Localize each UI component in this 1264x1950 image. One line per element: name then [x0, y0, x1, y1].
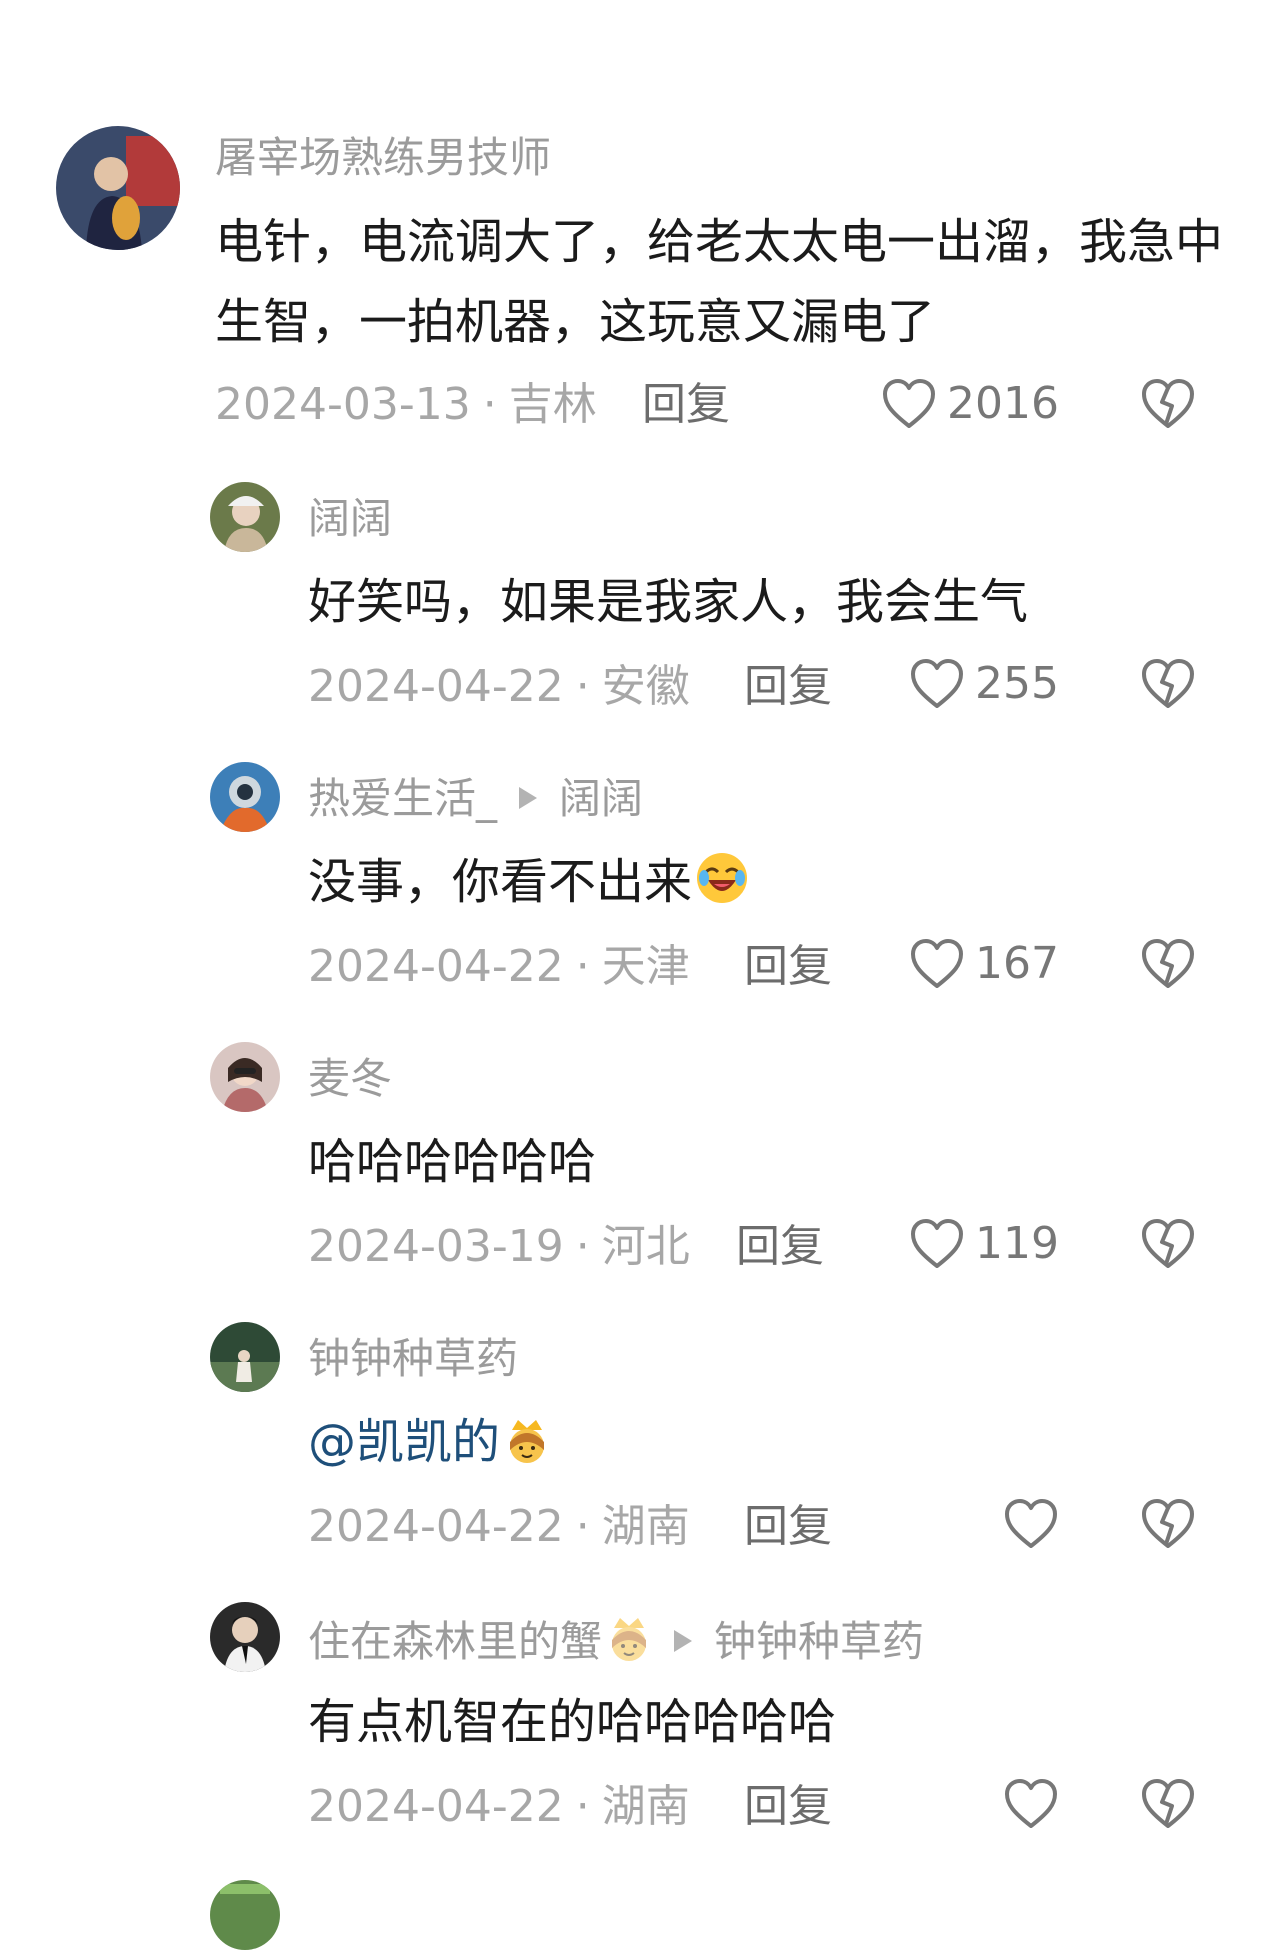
- separator-dot: ·: [575, 1501, 590, 1552]
- comment-date: 2024-04-22: [308, 1781, 564, 1832]
- reply-arrow-icon: [674, 1630, 693, 1652]
- dislike-button[interactable]: [1140, 658, 1196, 710]
- like-count: 119: [975, 1218, 1059, 1269]
- comment-text: 有点机智在的哈哈哈哈哈: [308, 1694, 837, 1750]
- like-count: 2016: [947, 378, 1059, 429]
- rolling-laughing-emoji: [694, 850, 750, 906]
- dislike-button[interactable]: [1140, 1498, 1196, 1550]
- comment-location: 湖南: [601, 1501, 690, 1552]
- separator-dot: ·: [482, 379, 497, 430]
- comment-text: 电针，电流调大了，给老太太电一出溜，我急中生智，一拍机器，这玩意又漏电了: [215, 214, 1224, 350]
- reply-arrow-icon: [519, 787, 538, 809]
- dislike-button[interactable]: [1140, 1778, 1196, 1830]
- reply-button[interactable]: 回复: [736, 1222, 824, 1272]
- username[interactable]: 屠宰场熟练男技师: [215, 133, 551, 183]
- like-button[interactable]: 255: [909, 658, 1059, 710]
- reply-to-username[interactable]: 阔阔: [559, 774, 643, 823]
- avatar[interactable]: [56, 126, 180, 250]
- username-text[interactable]: 热爱生活_: [308, 774, 497, 823]
- comment-meta: 2024-04-22 · 安徽: [308, 662, 690, 712]
- username[interactable]: 钟钟种草药: [308, 1334, 518, 1384]
- comment-date: 2024-03-13: [215, 379, 471, 430]
- comment-text-content: 没事，你看不出来: [308, 854, 693, 910]
- like-button[interactable]: 167: [909, 938, 1059, 990]
- heart-outline-icon: [909, 658, 965, 710]
- like-button[interactable]: [1003, 1778, 1059, 1830]
- comment-location: 安徽: [601, 661, 690, 712]
- avatar[interactable]: [210, 1322, 280, 1392]
- comment-meta: 2024-04-22 · 湖南: [308, 1782, 690, 1832]
- dislike-button[interactable]: [1140, 1218, 1196, 1270]
- comment-date: 2024-04-22: [308, 1501, 564, 1552]
- avatar[interactable]: [210, 1602, 280, 1672]
- heart-outline-icon: [1003, 1498, 1059, 1550]
- avatar[interactable]: [210, 482, 280, 552]
- heart-outline-icon: [1003, 1778, 1059, 1830]
- separator-dot: ·: [575, 1221, 590, 1272]
- comment-location: 天津: [601, 941, 690, 992]
- comment-meta: 2024-03-19 · 河北: [308, 1222, 690, 1272]
- heart-outline-icon: [909, 938, 965, 990]
- username-text[interactable]: 住在森林里的蟹: [308, 1617, 602, 1666]
- separator-dot: ·: [575, 661, 590, 712]
- comment-meta: 2024-04-22 · 湖南: [308, 1502, 690, 1552]
- comment-location: 湖南: [601, 1781, 690, 1832]
- heart-outline-icon: [909, 1218, 965, 1270]
- dislike-button[interactable]: [1140, 938, 1196, 990]
- avatar[interactable]: [210, 762, 280, 832]
- broken-heart-icon: [1140, 1218, 1196, 1270]
- reply-button[interactable]: 回复: [744, 1782, 832, 1832]
- comment-date: 2024-03-19: [308, 1221, 564, 1272]
- princess-emoji: [504, 1416, 550, 1466]
- comment-text: 没事，你看不出来: [308, 842, 750, 922]
- comment-location: 河北: [601, 1221, 690, 1272]
- comment-date: 2024-04-22: [308, 941, 564, 992]
- like-count: 167: [975, 938, 1059, 989]
- username[interactable]: 住在森林里的蟹 钟钟种草药: [308, 1614, 924, 1667]
- broken-heart-icon: [1140, 378, 1196, 430]
- like-count: 255: [975, 658, 1059, 709]
- reply-button[interactable]: 回复: [744, 942, 832, 992]
- username[interactable]: 麦冬: [308, 1054, 392, 1104]
- avatar[interactable]: [210, 1042, 280, 1112]
- dislike-button[interactable]: [1140, 378, 1196, 430]
- like-button[interactable]: 119: [909, 1218, 1059, 1270]
- mention-link[interactable]: @凯凯的: [308, 1414, 500, 1470]
- broken-heart-icon: [1140, 938, 1196, 990]
- reply-to-username[interactable]: 钟钟种草药: [714, 1617, 924, 1666]
- comment-meta: 2024-03-13 · 吉林: [215, 380, 597, 430]
- reply-button[interactable]: 回复: [744, 1502, 832, 1552]
- comment-date: 2024-04-22: [308, 661, 564, 712]
- username[interactable]: 热爱生活_ 阔阔: [308, 774, 643, 824]
- like-button[interactable]: 2016: [881, 378, 1059, 430]
- reply-button[interactable]: 回复: [744, 662, 832, 712]
- separator-dot: ·: [575, 1781, 590, 1832]
- comment-text: @凯凯的: [308, 1402, 550, 1482]
- broken-heart-icon: [1140, 1778, 1196, 1830]
- comment-meta: 2024-04-22 · 天津: [308, 942, 690, 992]
- avatar[interactable]: [210, 1880, 280, 1950]
- comment-text: 哈哈哈哈哈哈: [308, 1134, 597, 1190]
- broken-heart-icon: [1140, 1498, 1196, 1550]
- username[interactable]: 阔阔: [308, 494, 392, 544]
- like-button[interactable]: [1003, 1498, 1059, 1550]
- reply-button[interactable]: 回复: [642, 380, 730, 430]
- separator-dot: ·: [575, 941, 590, 992]
- comment-location: 吉林: [508, 379, 597, 430]
- heart-outline-icon: [881, 378, 937, 430]
- broken-heart-icon: [1140, 658, 1196, 710]
- comment-text: 好笑吗，如果是我家人，我会生气: [308, 574, 1029, 630]
- princess-emoji: [606, 1614, 652, 1664]
